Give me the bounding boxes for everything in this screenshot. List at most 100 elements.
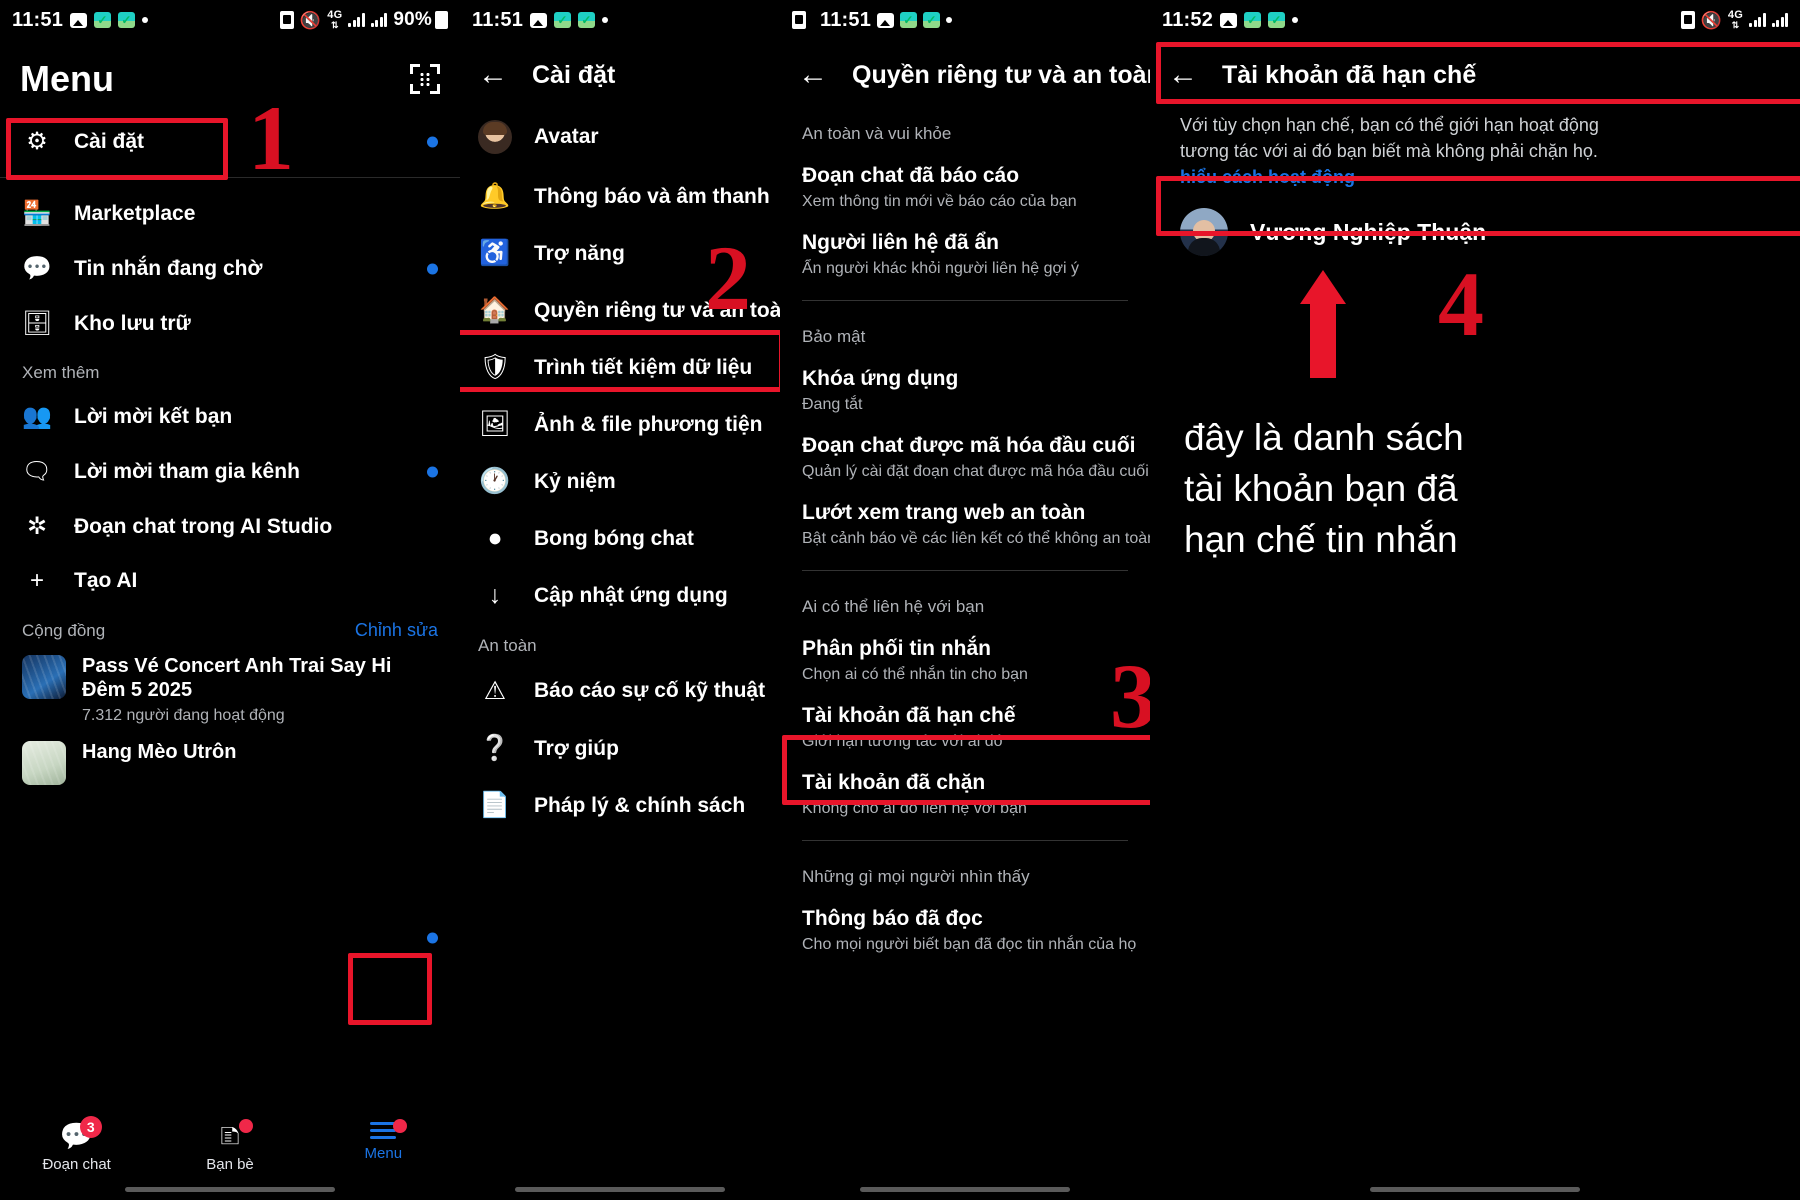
data-saver-shield-icon: 🛡 [479,353,511,381]
status-bar: 11:51 🔇 4G⇅ 90% [0,0,460,40]
tab-label: Bạn bè [206,1156,254,1173]
settings-item-label: Trợ giúp [534,736,619,760]
list-item-message-delivery[interactable]: Phân phối tin nhắn Chọn ai có thể nhắn t… [780,627,1150,694]
divider [802,840,1128,841]
settings-item-data-saver[interactable]: 🛡 Trình tiết kiệm dữ liệu [460,339,780,396]
warning-triangle-icon: ⚠ [483,677,507,705]
qr-scan-icon[interactable] [410,64,440,94]
menu-item-marketplace[interactable]: 🏪 Marketplace [0,186,460,241]
menu-item-label: Tin nhắn đang chờ [74,256,263,280]
back-arrow-icon[interactable]: ← [798,60,828,90]
battery-icon [435,11,448,29]
community-edit-link[interactable]: Chỉnh sửa [355,620,438,641]
description-line-1: Với tùy chọn hạn chế, bạn có thể giới hạ… [1180,115,1599,135]
list-item[interactable]: Hang Mèo Utrôn [0,733,460,793]
green-check-icon [554,12,572,28]
section-header-more: Xem thêm [22,363,100,382]
menu-item-archive[interactable]: 🗄 Kho lưu trữ [0,296,460,351]
panel-privacy-safety: 11:51 ← Quyền riêng tư và an toàn An toà… [780,0,1150,1200]
menu-item-friend-requests[interactable]: 👥 Lời mời kết bạn [0,389,460,444]
list-item-safe-browsing[interactable]: Lướt xem trang web an toàn Bật cảnh báo … [780,491,1150,558]
learn-how-link[interactable]: hiểu cách hoạt động [1180,164,1800,190]
settings-item-app-updates[interactable]: ↓ Cập nhật ứng dụng [460,567,780,624]
annotation-caption: đây là danh sách tài khoản bạn đã hạn ch… [1150,382,1800,565]
photo-icon [877,12,895,28]
panel-restricted-accounts: 11:52 🔇 4G⇅ ← Tài khoản đã hạn chế Với t… [1150,0,1800,1200]
community-thumbnail [22,741,66,786]
unread-dot [427,136,438,147]
back-arrow-icon[interactable]: ← [1168,60,1198,90]
menu-item-label: Lời mời kết bạn [74,404,233,428]
community-subtitle: 7.312 người đang hoạt động [82,707,285,725]
menu-item-ai-studio[interactable]: ✲ Đoạn chat trong AI Studio [0,499,460,554]
community-title: Pass Vé Concert Anh Trai Say Hi Đêm 5 20… [82,655,392,701]
item-title: Khóa ứng dụng [802,367,959,390]
home-indicator [125,1187,335,1192]
settings-item-label: Trình tiết kiệm dữ liệu [534,355,753,379]
settings-item-label: Ảnh & file phương tiện [534,412,763,436]
item-title: Tài khoản đã chặn [802,771,986,794]
channel-icon: 🗨 [21,458,53,485]
status-time: 11:51 [820,8,872,31]
item-subtitle: Giới hạn tương tác với ai đó [802,733,1003,750]
item-subtitle: Xem thông tin mới về báo cáo của bạn [802,193,1077,210]
section-header: Những gì mọi người nhìn thấy [802,867,1030,886]
up-arrow-annotation-icon [1300,270,1346,378]
status-bar: 11:52 🔇 4G⇅ [1150,0,1800,40]
menu-item-create-ai[interactable]: + Tạo AI [0,554,460,608]
dot-icon [1292,17,1299,23]
sim-icon [279,11,294,29]
settings-item-legal-policies[interactable]: 📄 Pháp lý & chính sách [460,777,780,834]
settings-item-label: Avatar [534,125,599,148]
settings-item-help[interactable]: ❔ Trợ giúp [460,720,780,777]
archive-icon: 🗄 [21,310,53,337]
settings-item-label: Báo cáo sự cố kỹ thuật [534,679,766,702]
annotation-line-3: hạn chế tin nhắn [1184,519,1458,561]
list-item-hidden-contacts[interactable]: Người liên hệ đã ẩn Ẩn người khác khỏi n… [780,221,1150,288]
mute-icon: 🔇 [1700,10,1722,30]
item-title: Đoạn chat được mã hóa đầu cuối [802,434,1136,457]
list-item[interactable]: Pass Vé Concert Anh Trai Say Hi Đêm 5 20… [0,647,460,733]
list-item-reported-chats[interactable]: Đoạn chat đã báo cáo Xem thông tin mới v… [780,154,1150,221]
community-title: Hang Mèo Utrôn [82,741,237,764]
chat-dots-icon: 💬 [22,255,52,282]
settings-item-notifications[interactable]: 🔔 Thông báo và âm thanh [460,168,780,225]
mute-icon: 🔇 [299,10,322,30]
dot-icon [946,17,953,23]
privacy-lock-house-icon: 🏠 [479,296,511,324]
list-item-read-receipts[interactable]: Thông báo đã đọc Cho mọi người biết bạn … [780,897,1150,964]
list-item-e2e-chats[interactable]: Đoạn chat được mã hóa đầu cuối Quản lý c… [780,424,1150,491]
status-bar: 11:51 [780,0,1150,40]
menu-item-channel-invites[interactable]: 🗨 Lời mời tham gia kênh [0,444,460,499]
settings-item-memories[interactable]: 🕐 Kỷ niệm [460,453,780,510]
section-header: An toàn và vui khỏe [802,124,952,143]
status-bar: 11:51 [460,0,780,40]
photo-icon [70,12,88,28]
battery-percent: 90% [393,9,432,30]
page-title: Tài khoản đã hạn chế [1222,60,1477,89]
settings-item-media[interactable]: 🖼 Ảnh & file phương tiện [460,396,780,453]
help-circle-icon: ❔ [479,734,511,762]
item-subtitle: Đang tắt [802,396,863,413]
tab-menu[interactable]: Menu [307,1119,460,1162]
nav-header: ← Quyền riêng tư và an toàn [780,40,1150,106]
back-arrow-icon[interactable]: ← [478,60,508,90]
list-item-restricted-accounts[interactable]: Tài khoản đã hạn chế Giới hạn tương tác … [780,694,1150,761]
menu-item-settings[interactable]: ⚙ Cài đặt [0,114,460,169]
list-item-blocked-accounts[interactable]: Tài khoản đã chặn Không cho ai đó liên h… [780,761,1150,828]
settings-item-avatar[interactable]: Avatar [460,106,780,168]
tab-chats[interactable]: 💬 3 Đoạn chat [0,1116,153,1173]
green-check-icon [578,12,596,28]
unread-dot [427,263,438,274]
green-check-icon [923,12,941,28]
friends-icon: 🗈 [220,1121,240,1151]
green-check-icon [1244,12,1262,28]
list-item-app-lock[interactable]: Khóa ứng dụng Đang tắt [780,357,1150,424]
menu-item-pending-messages[interactable]: 💬 Tin nhắn đang chờ [0,241,460,296]
item-subtitle: Không cho ai đó liên hệ với bạn [802,800,1027,817]
tab-friends[interactable]: 🗈 Bạn bè [153,1119,306,1173]
signal-icon [1771,13,1788,27]
settings-item-report-problem[interactable]: ⚠ Báo cáo sự cố kỹ thuật [460,662,780,720]
highlight-box-menu-tab [348,953,432,1025]
settings-item-chat-bubbles[interactable]: ● Bong bóng chat [460,510,780,567]
